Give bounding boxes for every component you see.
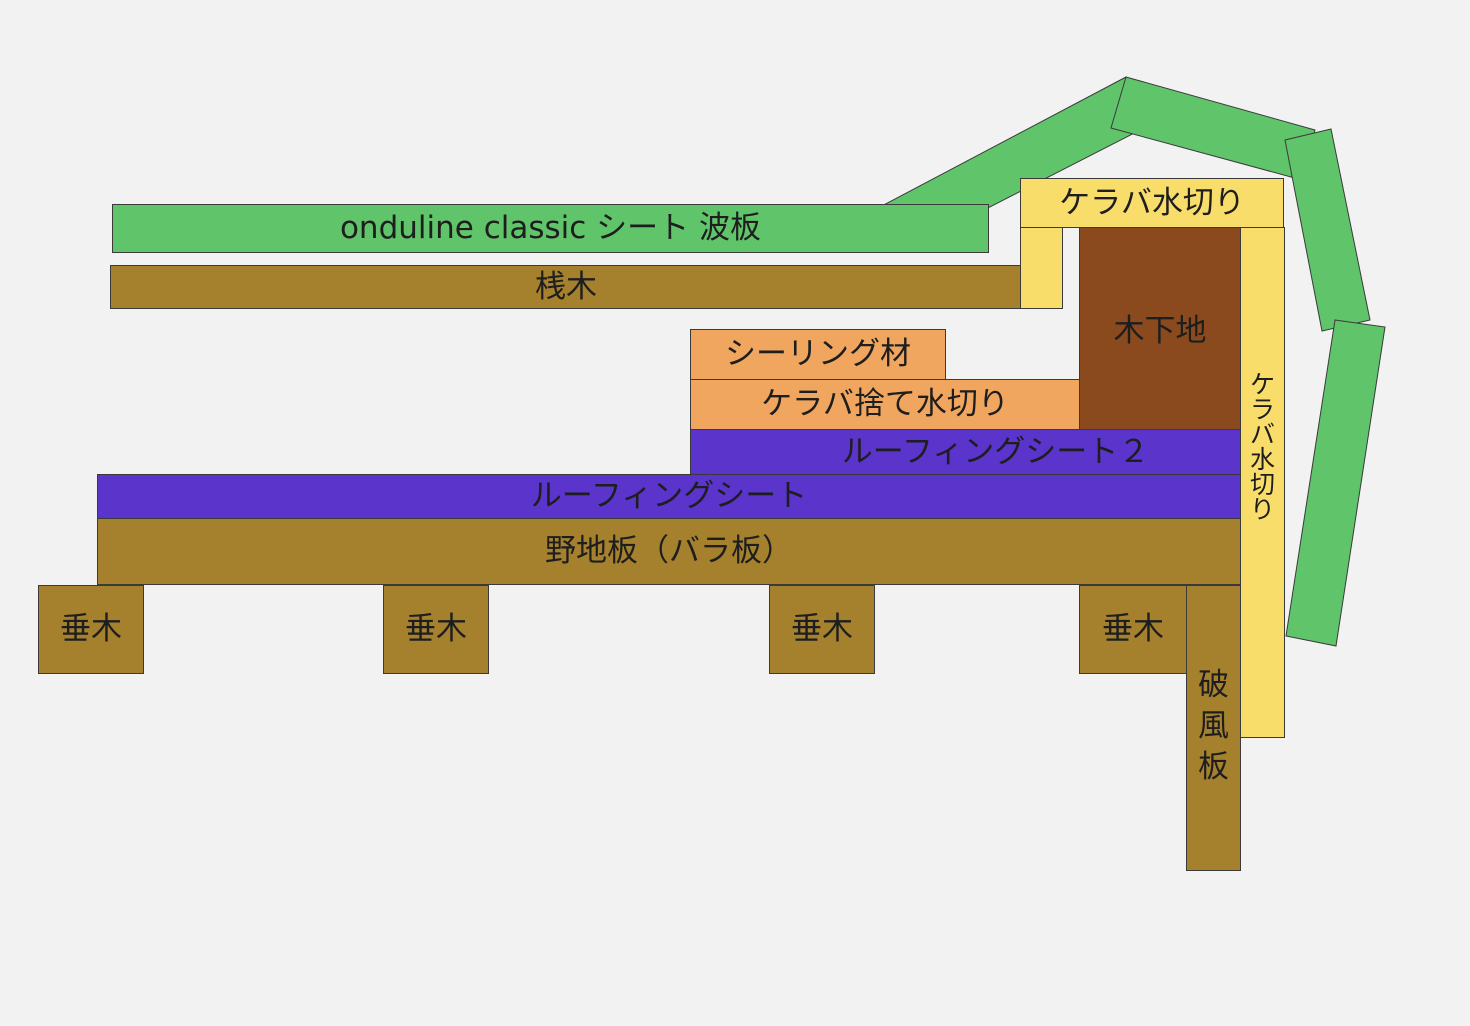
rafter: 垂木 [383, 585, 489, 674]
batten: 桟木 [110, 265, 1022, 309]
rafter-label: 垂木 [791, 611, 853, 647]
roofing-sheet-2-label: ルーフィングシート２ [841, 433, 1150, 470]
verge-flashing-top: ケラバ水切り [1020, 178, 1284, 228]
verge-flashing-side-char: バ [1249, 420, 1275, 449]
corrugated-segment-lower-side [1285, 319, 1386, 647]
roofing-sheet-label: ルーフィングシート [530, 478, 808, 514]
verge-flashing-side: ケ ラ バ 水 切 り [1240, 227, 1285, 738]
onduline-sheet-label: onduline classic シート 波板 [339, 210, 762, 246]
sheathing-board-label: 野地板（バラ板） [545, 533, 793, 569]
onduline-sheet: onduline classic シート 波板 [112, 204, 989, 253]
sealing-material: シーリング材 [690, 329, 946, 380]
verge-flashing-side-char: 切 [1249, 470, 1275, 499]
rafter-label: 垂木 [1102, 611, 1164, 647]
roofing-sheet-2: ルーフィングシート２ [690, 429, 1241, 475]
verge-under-flashing-label: ケラバ捨て水切り [761, 386, 1009, 422]
rafter-label: 垂木 [405, 611, 467, 647]
roofing-sheet: ルーフィングシート [97, 474, 1241, 519]
barge-board-char: 風 [1198, 708, 1229, 744]
rafter: 垂木 [38, 585, 144, 674]
batten-label: 桟木 [535, 268, 597, 305]
verge-flashing-side-char: 水 [1249, 445, 1275, 474]
rafter: 垂木 [769, 585, 875, 674]
corrugated-segment-top [1110, 76, 1316, 181]
barge-board-char: 破 [1198, 667, 1229, 703]
corrugated-segment-upper-side [1284, 128, 1371, 332]
rafter-label: 垂木 [60, 611, 122, 647]
sheathing-board: 野地板（バラ板） [97, 518, 1241, 585]
verge-flashing-inner-leg [1020, 227, 1063, 309]
verge-flashing-side-char: ラ [1249, 395, 1275, 424]
verge-flashing-side-char: り [1249, 495, 1275, 524]
verge-flashing-side-char: ケ [1249, 370, 1275, 399]
verge-under-flashing: ケラバ捨て水切り [690, 379, 1080, 430]
rafter: 垂木 [1079, 585, 1187, 674]
barge-board-char: 板 [1198, 749, 1229, 785]
sealing-material-label: シーリング材 [725, 336, 911, 372]
wood-base-label: 木下地 [1113, 313, 1207, 349]
barge-board: 破 風 板 [1186, 585, 1241, 871]
wood-base: 木下地 [1079, 227, 1241, 430]
verge-flashing-top-label: ケラバ水切り [1059, 184, 1245, 221]
roof-edge-section-diagram: onduline classic シート 波板 桟木 ケラバ水切り 木下地 ケ … [0, 0, 1470, 1026]
